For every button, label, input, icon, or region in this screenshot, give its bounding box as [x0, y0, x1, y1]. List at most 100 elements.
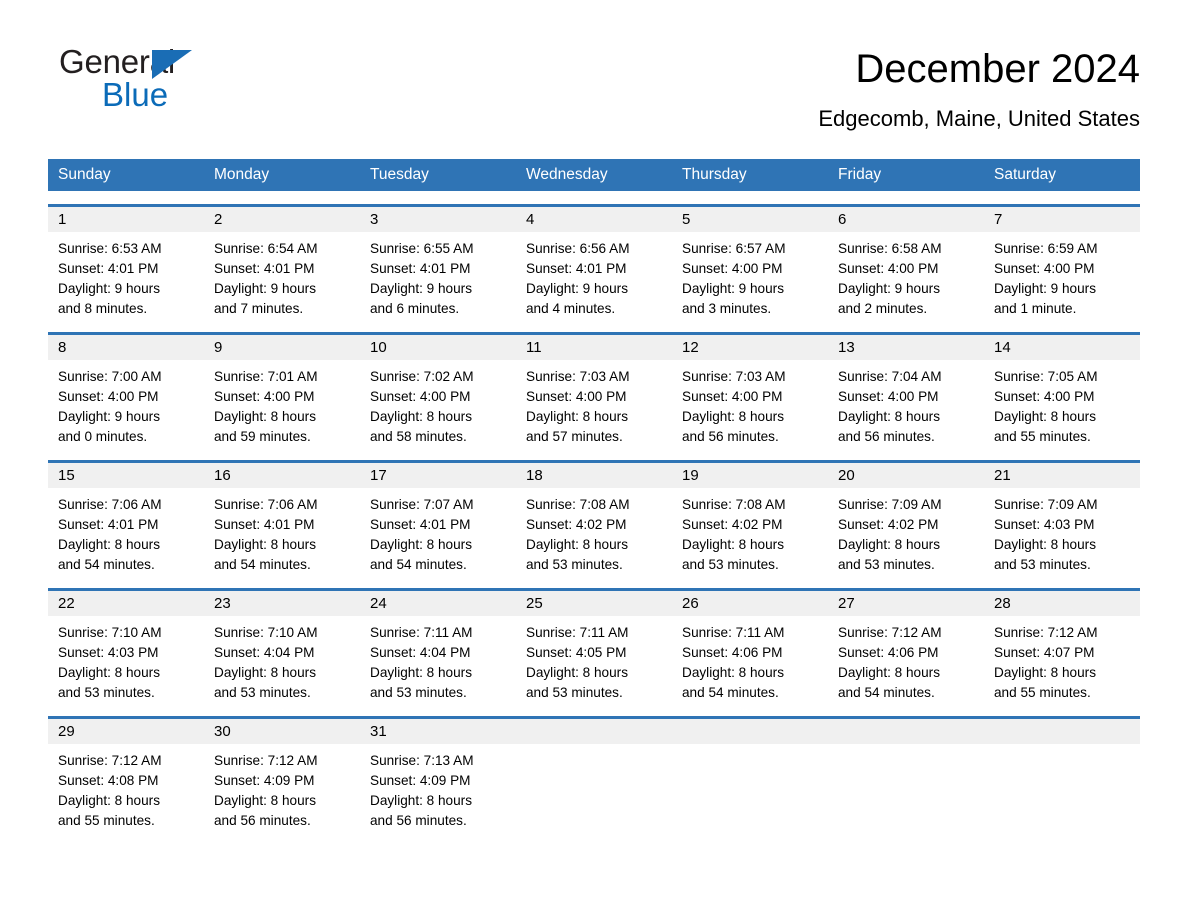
day-number-band [984, 719, 1140, 744]
day-number: 21 [994, 467, 1011, 484]
generalblue-logo[interactable]: General Blue [48, 42, 248, 116]
day-cell-empty [828, 719, 984, 831]
week-row: 1 Sunrise: 6:53 AM Sunset: 4:01 PM Daylight… [48, 204, 1140, 319]
day-number: 2 [214, 211, 223, 228]
day-number-band: 10 [360, 335, 516, 360]
day-cell[interactable]: 16 Sunrise: 7:06 AM Sunset: 4:01 PM Dayligh… [204, 463, 360, 575]
day-details: Sunrise: 7:01 AM Sunset: 4:00 PM Daylight:… [204, 360, 360, 447]
day-cell[interactable]: 14 Sunrise: 7:05 AM Sunset: 4:00 PM Dayligh… [984, 335, 1140, 447]
day-cell[interactable]: 26 Sunrise: 7:11 AM Sunset: 4:06 PM Dayligh… [672, 591, 828, 703]
daylight-line-2: and 54 minutes. [214, 557, 311, 572]
sunset-line: Sunset: 4:05 PM [526, 645, 627, 660]
day-cell[interactable]: 12 Sunrise: 7:03 AM Sunset: 4:00 PM Dayligh… [672, 335, 828, 447]
sunset-line: Sunset: 4:02 PM [838, 517, 939, 532]
sunrise-line: Sunrise: 7:04 AM [838, 369, 942, 384]
day-cell[interactable]: 4 Sunrise: 6:56 AM Sunset: 4:01 PM Daylight… [516, 207, 672, 319]
day-cell[interactable]: 9 Sunrise: 7:01 AM Sunset: 4:00 PM Daylight… [204, 335, 360, 447]
day-number: 26 [682, 595, 699, 612]
day-cell[interactable]: 5 Sunrise: 6:57 AM Sunset: 4:00 PM Daylight… [672, 207, 828, 319]
daylight-line-2: and 53 minutes. [58, 685, 155, 700]
sunrise-line: Sunrise: 7:08 AM [526, 497, 630, 512]
day-number: 14 [994, 339, 1011, 356]
daylight-line-1: Daylight: 8 hours [214, 537, 317, 552]
daylight-line-1: Daylight: 8 hours [214, 665, 317, 680]
weekday-header-wednesday: Wednesday [526, 166, 608, 183]
sunrise-line: Sunrise: 7:02 AM [370, 369, 474, 384]
day-cell[interactable]: 29 Sunrise: 7:12 AM Sunset: 4:08 PM Dayligh… [48, 719, 204, 831]
day-number: 25 [526, 595, 543, 612]
day-details: Sunrise: 7:12 AM Sunset: 4:09 PM Daylight:… [204, 744, 360, 831]
daylight-line-2: and 59 minutes. [214, 429, 311, 444]
sunrise-line: Sunrise: 6:58 AM [838, 241, 942, 256]
day-number: 8 [58, 339, 67, 356]
day-cell[interactable]: 23 Sunrise: 7:10 AM Sunset: 4:04 PM Dayligh… [204, 591, 360, 703]
day-cell[interactable]: 8 Sunrise: 7:00 AM Sunset: 4:00 PM Daylight… [48, 335, 204, 447]
day-number: 7 [994, 211, 1003, 228]
day-cell[interactable]: 1 Sunrise: 6:53 AM Sunset: 4:01 PM Daylight… [48, 207, 204, 319]
day-cell[interactable]: 27 Sunrise: 7:12 AM Sunset: 4:06 PM Dayligh… [828, 591, 984, 703]
sunset-line: Sunset: 4:00 PM [58, 389, 159, 404]
title-block: December 2024 Edgecomb, Maine, United St… [818, 42, 1140, 134]
day-number: 28 [994, 595, 1011, 612]
day-details: Sunrise: 6:58 AM Sunset: 4:00 PM Daylight:… [828, 232, 984, 319]
day-cell[interactable]: 25 Sunrise: 7:11 AM Sunset: 4:05 PM Dayligh… [516, 591, 672, 703]
day-cell[interactable]: 18 Sunrise: 7:08 AM Sunset: 4:02 PM Dayligh… [516, 463, 672, 575]
day-details: Sunrise: 7:10 AM Sunset: 4:03 PM Daylight:… [48, 616, 204, 703]
day-cell[interactable]: 22 Sunrise: 7:10 AM Sunset: 4:03 PM Dayligh… [48, 591, 204, 703]
day-number: 22 [58, 595, 75, 612]
day-details: Sunrise: 7:06 AM Sunset: 4:01 PM Daylight:… [204, 488, 360, 575]
day-cell[interactable]: 7 Sunrise: 6:59 AM Sunset: 4:00 PM Daylight… [984, 207, 1140, 319]
sunrise-line: Sunrise: 7:10 AM [58, 625, 162, 640]
day-cell[interactable]: 2 Sunrise: 6:54 AM Sunset: 4:01 PM Daylight… [204, 207, 360, 319]
day-details: Sunrise: 7:12 AM Sunset: 4:06 PM Daylight:… [828, 616, 984, 703]
day-number: 15 [58, 467, 75, 484]
day-number-band: 22 [48, 591, 204, 616]
day-cell[interactable]: 15 Sunrise: 7:06 AM Sunset: 4:01 PM Dayligh… [48, 463, 204, 575]
day-cell[interactable]: 31 Sunrise: 7:13 AM Sunset: 4:09 PM Dayligh… [360, 719, 516, 831]
day-details: Sunrise: 7:08 AM Sunset: 4:02 PM Daylight:… [516, 488, 672, 575]
day-cell[interactable]: 19 Sunrise: 7:08 AM Sunset: 4:02 PM Dayligh… [672, 463, 828, 575]
sunrise-line: Sunrise: 7:11 AM [682, 625, 785, 640]
sunset-line: Sunset: 4:01 PM [214, 261, 315, 276]
day-details: Sunrise: 6:53 AM Sunset: 4:01 PM Daylight:… [48, 232, 204, 319]
daylight-line-2: and 53 minutes. [682, 557, 779, 572]
page-subtitle: Edgecomb, Maine, United States [818, 106, 1140, 131]
day-number: 24 [370, 595, 387, 612]
day-number-band [516, 719, 672, 744]
day-cell[interactable]: 11 Sunrise: 7:03 AM Sunset: 4:00 PM Dayligh… [516, 335, 672, 447]
sunrise-line: Sunrise: 7:13 AM [370, 753, 474, 768]
daylight-line-2: and 54 minutes. [370, 557, 467, 572]
weekday-header-saturday: Saturday [994, 166, 1057, 183]
daylight-line-2: and 53 minutes. [838, 557, 935, 572]
day-cell-empty [516, 719, 672, 831]
day-cell[interactable]: 21 Sunrise: 7:09 AM Sunset: 4:03 PM Dayligh… [984, 463, 1140, 575]
day-cell[interactable]: 17 Sunrise: 7:07 AM Sunset: 4:01 PM Dayligh… [360, 463, 516, 575]
daylight-line-1: Daylight: 9 hours [994, 281, 1097, 296]
sunset-line: Sunset: 4:00 PM [994, 261, 1095, 276]
day-number-band: 4 [516, 207, 672, 232]
day-cell[interactable]: 6 Sunrise: 6:58 AM Sunset: 4:00 PM Daylight… [828, 207, 984, 319]
sunset-line: Sunset: 4:04 PM [214, 645, 315, 660]
day-cell[interactable]: 10 Sunrise: 7:02 AM Sunset: 4:00 PM Dayligh… [360, 335, 516, 447]
daylight-line-1: Daylight: 9 hours [526, 281, 629, 296]
day-cell[interactable]: 28 Sunrise: 7:12 AM Sunset: 4:07 PM Dayligh… [984, 591, 1140, 703]
day-cell[interactable]: 24 Sunrise: 7:11 AM Sunset: 4:04 PM Dayligh… [360, 591, 516, 703]
day-details: Sunrise: 6:56 AM Sunset: 4:01 PM Daylight:… [516, 232, 672, 319]
daylight-line-2: and 57 minutes. [526, 429, 623, 444]
day-cell[interactable]: 3 Sunrise: 6:55 AM Sunset: 4:01 PM Daylight… [360, 207, 516, 319]
daylight-line-2: and 4 minutes. [526, 301, 616, 316]
day-number-band: 20 [828, 463, 984, 488]
day-number-band: 30 [204, 719, 360, 744]
day-cell[interactable]: 20 Sunrise: 7:09 AM Sunset: 4:02 PM Dayligh… [828, 463, 984, 575]
daylight-line-1: Daylight: 9 hours [214, 281, 317, 296]
day-number: 3 [370, 211, 379, 228]
day-number: 23 [214, 595, 231, 612]
daylight-line-2: and 53 minutes. [526, 685, 623, 700]
day-cell[interactable]: 13 Sunrise: 7:04 AM Sunset: 4:00 PM Dayligh… [828, 335, 984, 447]
daylight-line-2: and 53 minutes. [526, 557, 623, 572]
daylight-line-1: Daylight: 8 hours [526, 537, 629, 552]
day-number-band: 5 [672, 207, 828, 232]
day-cell[interactable]: 30 Sunrise: 7:12 AM Sunset: 4:09 PM Dayligh… [204, 719, 360, 831]
sunset-line: Sunset: 4:01 PM [214, 517, 315, 532]
calendar-table: Sunday Monday Tuesday Wednesday Thursday… [48, 159, 1140, 831]
